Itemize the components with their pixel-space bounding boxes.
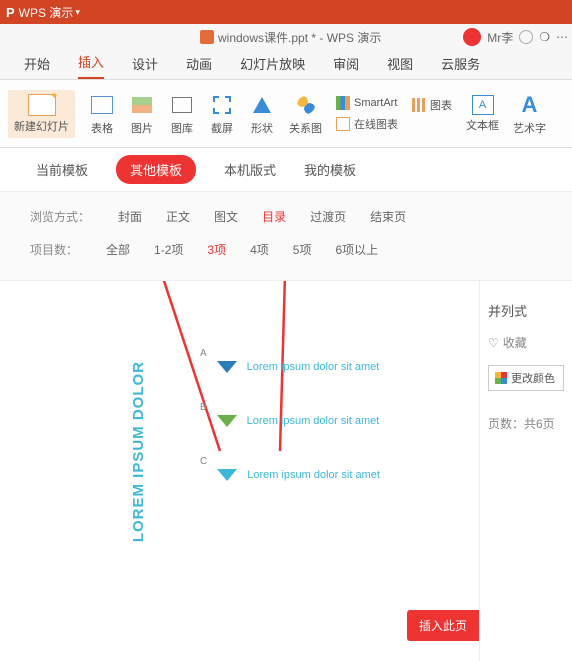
count-filter-row: 项目数： 全部 1-2项 3项 4项 5项 6项以上 (30, 233, 552, 266)
gear-icon[interactable] (519, 30, 533, 44)
relation-icon (297, 96, 315, 114)
count-5[interactable]: 5项 (293, 241, 312, 258)
tab-other[interactable]: 其他模板 (116, 155, 196, 184)
slide-items: ALorem ipsum dolor sit amet BLorem ipsum… (200, 361, 380, 481)
slide-preview[interactable]: LOREM IPSUM DOLOR ALorem ipsum dolor sit… (0, 281, 480, 661)
chart-icon (412, 98, 426, 112)
document-tab-bar: windows课件.ppt * - WPS 演示 Mr李 ❍ ⋯ (0, 24, 572, 50)
menu-insert[interactable]: 插入 (78, 52, 104, 79)
new-slide-label: 新建幻灯片 (14, 118, 69, 134)
count-4[interactable]: 4项 (250, 241, 269, 258)
app-logo-icon: P (6, 5, 15, 20)
wordart-button[interactable]: A艺术字 (513, 92, 546, 136)
filter-pictext[interactable]: 图文 (214, 208, 238, 225)
triangle-icon (217, 361, 237, 373)
screenshot-icon (213, 96, 231, 114)
browse-label: 浏览方式： (30, 208, 90, 225)
count-1-2[interactable]: 1-2项 (154, 241, 183, 258)
tab-local[interactable]: 本机版式 (224, 160, 276, 179)
title-bar: P WPS 演示 ▾ (0, 0, 572, 24)
tab-mine[interactable]: 我的模板 (304, 160, 356, 179)
more-icon[interactable]: ⋯ (556, 30, 568, 44)
slide-item: ALorem ipsum dolor sit amet (200, 361, 380, 373)
template-tabs: 当前模板 其他模板 本机版式 我的模板 (0, 148, 572, 192)
menu-slideshow[interactable]: 幻灯片放映 (240, 54, 305, 79)
menu-view[interactable]: 视图 (387, 54, 413, 79)
count-3[interactable]: 3项 (207, 241, 226, 258)
smartart-icon (336, 96, 350, 110)
chart-button[interactable]: 图表 (412, 97, 452, 113)
count-6plus[interactable]: 6项以上 (335, 241, 378, 258)
picture-icon (132, 97, 152, 113)
browser-icon[interactable]: ❍ (539, 30, 550, 44)
tab-current[interactable]: 当前模板 (36, 160, 88, 179)
menu-start[interactable]: 开始 (24, 54, 50, 79)
user-name[interactable]: Mr李 (487, 29, 513, 46)
shapes-button[interactable]: 形状 (249, 92, 275, 136)
slide-item: CLorem ipsum dolor sit amet (200, 469, 380, 481)
app-name: WPS 演示 (19, 4, 74, 21)
ribbon: 新建幻灯片 表格 图片 图库 截屏 形状 关系图 SmartArt 在线图表 图… (0, 80, 572, 148)
triangle-icon (217, 415, 237, 427)
picture-button[interactable]: 图片 (129, 92, 155, 136)
side-panel: 并列式 ♡收藏 更改颜色 页数：共6页 (480, 281, 572, 661)
menu-animation[interactable]: 动画 (186, 54, 212, 79)
online-chart-icon (336, 117, 350, 131)
menu-review[interactable]: 审阅 (333, 54, 359, 79)
slide-vertical-title: LOREM IPSUM DOLOR (130, 361, 147, 542)
change-color-button[interactable]: 更改颜色 (488, 365, 564, 391)
gallery-icon (172, 97, 192, 113)
count-all[interactable]: 全部 (106, 241, 130, 258)
file-icon (200, 30, 214, 44)
content-area: LOREM IPSUM DOLOR ALorem ipsum dolor sit… (0, 281, 572, 661)
document-title[interactable]: windows课件.ppt * - WPS 演示 (218, 29, 381, 46)
page-count: 页数：共6页 (488, 415, 564, 432)
filter-panel: 浏览方式： 封面 正文 图文 目录 过渡页 结束页 项目数： 全部 1-2项 3… (0, 192, 572, 281)
shapes-icon (253, 97, 271, 113)
menu-bar: 开始 插入 设计 动画 幻灯片放映 审阅 视图 云服务 (0, 50, 572, 80)
slide-item: BLorem ipsum dolor sit amet (200, 415, 380, 427)
relation-button[interactable]: 关系图 (289, 92, 322, 136)
favorite-button[interactable]: ♡收藏 (488, 334, 564, 351)
filter-cover[interactable]: 封面 (118, 208, 142, 225)
count-label: 项目数： (30, 241, 78, 258)
filter-transition[interactable]: 过渡页 (310, 208, 346, 225)
insert-page-button[interactable]: 插入此页 (407, 610, 479, 641)
new-slide-button[interactable]: 新建幻灯片 (8, 90, 75, 138)
smartart-button[interactable]: SmartArt (336, 96, 398, 110)
filter-body[interactable]: 正文 (166, 208, 190, 225)
gallery-button[interactable]: 图库 (169, 92, 195, 136)
style-name: 并列式 (488, 301, 564, 320)
textbox-button[interactable]: A文本框 (466, 95, 499, 133)
menu-design[interactable]: 设计 (132, 54, 158, 79)
user-avatar-icon[interactable] (463, 28, 481, 46)
triangle-icon (217, 469, 237, 481)
menu-cloud[interactable]: 云服务 (441, 54, 480, 79)
new-slide-icon (28, 94, 56, 116)
filter-toc[interactable]: 目录 (262, 208, 286, 225)
screenshot-button[interactable]: 截屏 (209, 92, 235, 136)
heart-icon: ♡ (488, 336, 499, 350)
color-grid-icon (495, 372, 507, 384)
browse-filter-row: 浏览方式： 封面 正文 图文 目录 过渡页 结束页 (30, 200, 552, 233)
chevron-down-icon[interactable]: ▾ (75, 7, 80, 18)
filter-end[interactable]: 结束页 (370, 208, 406, 225)
table-icon (91, 96, 113, 114)
online-chart-button[interactable]: 在线图表 (336, 116, 398, 132)
table-button[interactable]: 表格 (89, 92, 115, 136)
